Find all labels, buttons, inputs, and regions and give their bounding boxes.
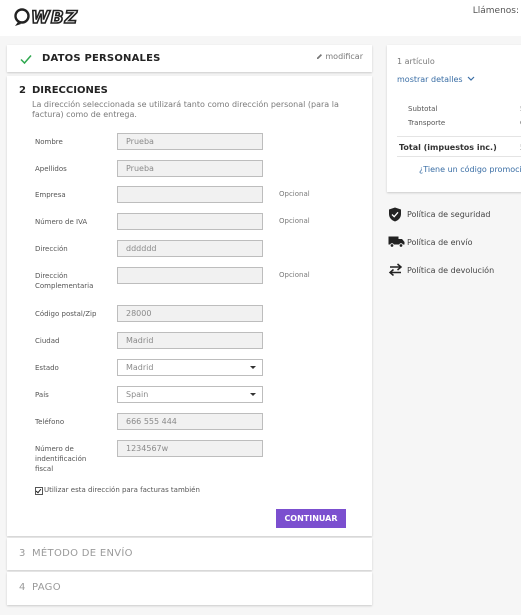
pencil-icon <box>317 54 323 59</box>
label-direccion-complementaria: Dirección Complementaria <box>35 272 94 290</box>
subtotal-label: Subtotal <box>408 105 438 113</box>
step-title-payment: PAGO <box>32 582 61 593</box>
nif-input[interactable]: 1234567w <box>117 440 263 457</box>
label-nombre: Nombre <box>35 138 63 146</box>
chevron-down-icon <box>467 76 475 81</box>
show-details-link[interactable]: mostrar detalles <box>397 75 475 84</box>
label-direccion: Dirección <box>35 245 68 253</box>
direccion-complementaria-input[interactable] <box>117 267 263 284</box>
shipping-label: Transporte <box>408 119 446 127</box>
label-pais: País <box>35 391 49 399</box>
swap-arrows-icon <box>388 263 403 276</box>
return-policy-label: Política de devolución <box>407 266 495 275</box>
step-addresses: 2 DIRECCIONES La dirección seleccionada … <box>7 76 372 536</box>
shield-icon <box>389 207 401 222</box>
total-label: Total (impuestos inc.) <box>399 143 497 152</box>
label-empresa: Empresa <box>35 191 66 199</box>
step-number-addresses: 2 <box>19 85 26 96</box>
truck-icon <box>388 236 405 248</box>
contact-label: Llámenos: <box>472 6 519 16</box>
summary-divider <box>397 136 521 137</box>
ciudad-input[interactable]: Madrid <box>117 332 263 349</box>
step-number-shipping: 3 <box>19 548 26 559</box>
invoice-address-label: Utilizar esta dirección para facturas ta… <box>44 486 200 494</box>
optional-empresa: Opcional <box>279 190 310 198</box>
security-policy-label: Política de seguridad <box>407 210 491 219</box>
direccion-input[interactable]: dddddd <box>117 240 263 257</box>
step-payment[interactable]: 4 PAGO <box>7 572 372 605</box>
step-number-payment: 4 <box>19 582 26 593</box>
optional-iva: Opcional <box>279 217 310 225</box>
cart-item-count: 1 artículo <box>397 57 435 66</box>
invoice-address-checkbox[interactable] <box>35 487 43 495</box>
empresa-input[interactable] <box>117 186 263 203</box>
nombre-input[interactable]: Prueba <box>117 133 263 150</box>
step-title-addresses: DIRECCIONES <box>32 85 108 96</box>
cart-summary: 1 artículo mostrar detalles Subtotal 5 T… <box>387 45 521 192</box>
apellidos-input[interactable]: Prueba <box>117 160 263 177</box>
label-estado: Estado <box>35 364 59 372</box>
wbz-logo[interactable]: WBZ <box>13 6 99 29</box>
postal-input[interactable]: 28000 <box>117 305 263 322</box>
shipping-policy-label: Política de envío <box>407 238 473 247</box>
estado-select[interactable]: Madrid <box>117 359 263 376</box>
promo-code-link[interactable]: ¿Tiene un código promocional? <box>419 165 521 174</box>
step-title-shipping: MÉTODO DE ENVÍO <box>32 548 133 559</box>
modify-label: modificar <box>325 52 363 61</box>
label-telefono: Teléfono <box>35 418 65 426</box>
wbz-logo-graphic: WBZ <box>14 7 78 29</box>
pais-select[interactable]: Spain <box>117 386 263 403</box>
continue-button[interactable]: CONTINUAR <box>276 509 346 528</box>
step-title-personal: DATOS PERSONALES <box>42 53 161 64</box>
iva-input[interactable] <box>117 213 263 230</box>
step-description: La dirección seleccionada se utilizará t… <box>32 100 339 119</box>
summary-divider-2 <box>397 156 521 157</box>
label-ciudad: Ciudad <box>35 337 60 345</box>
label-postal: Código postal/Zip <box>35 310 97 318</box>
svg-text:WBZ: WBZ <box>31 8 78 28</box>
modify-link[interactable]: modificar <box>316 52 363 61</box>
top-bar: WBZ Llámenos: <box>0 0 521 36</box>
show-details-label: mostrar detalles <box>397 75 463 84</box>
label-nif: Número de indentificación fiscal <box>35 445 87 473</box>
label-iva: Número de IVA <box>35 218 88 226</box>
step-shipping[interactable]: 3 MÉTODO DE ENVÍO <box>7 538 372 570</box>
telefono-input[interactable]: 666 555 444 <box>117 413 263 430</box>
step-personal-data: DATOS PERSONALES modificar <box>7 45 372 72</box>
check-icon <box>20 55 32 65</box>
label-apellidos: Apellidos <box>35 165 67 173</box>
optional-direccion-complementaria: Opcional <box>279 271 310 279</box>
